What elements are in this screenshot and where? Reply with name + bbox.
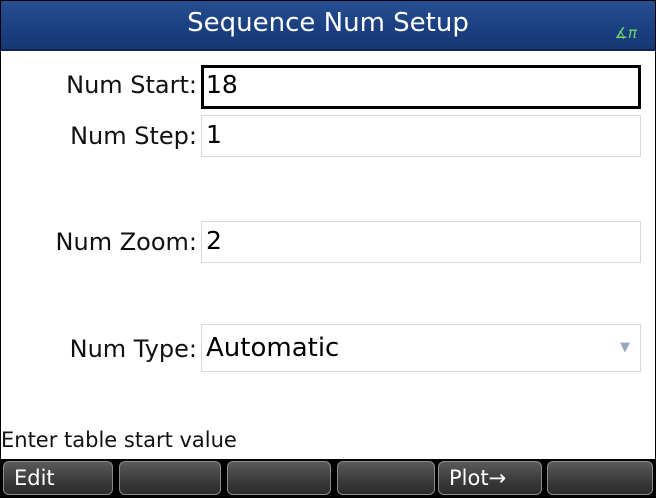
page-title: Sequence Num Setup	[187, 8, 469, 38]
num-type-value: Automatic	[206, 333, 340, 363]
num-zoom-label: Num Zoom:	[55, 228, 197, 256]
title-bar: Sequence Num Setup ∡π	[1, 1, 655, 51]
chevron-down-icon[interactable]: ▼	[620, 325, 630, 371]
num-zoom-field[interactable]: 2	[201, 221, 641, 263]
status-text: Enter table start value	[1, 428, 237, 452]
num-step-field[interactable]: 1	[201, 115, 641, 157]
calculator-screen: Sequence Num Setup ∡π Num Start: 18 Num …	[0, 0, 656, 498]
num-start-field[interactable]: 18	[201, 65, 641, 109]
softkey-menu: Edit Plot→	[1, 459, 655, 497]
num-start-label: Num Start:	[66, 71, 197, 99]
num-type-label: Num Type:	[69, 335, 197, 363]
angle-radians-icon: ∡π	[614, 24, 637, 42]
softkey-plot[interactable]: Plot→	[438, 461, 542, 495]
softkey-4[interactable]	[337, 461, 435, 495]
num-type-select[interactable]: Automatic ▼	[201, 324, 641, 372]
softkey-edit[interactable]: Edit	[3, 461, 113, 495]
softkey-6[interactable]	[547, 461, 653, 495]
softkey-3[interactable]	[227, 461, 331, 495]
softkey-2[interactable]	[119, 461, 221, 495]
num-step-label: Num Step:	[70, 122, 197, 150]
